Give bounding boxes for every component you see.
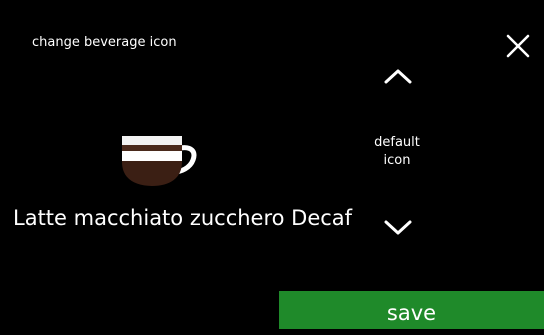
selected-icon-label-line1: default	[374, 135, 420, 150]
page-title: change beverage icon	[32, 35, 177, 50]
chevron-up-icon	[384, 69, 412, 84]
cup-icon	[122, 136, 197, 186]
previous-icon-button[interactable]	[378, 62, 418, 92]
close-icon	[506, 34, 530, 58]
selected-icon-label-line2: icon	[383, 153, 411, 168]
next-icon-button[interactable]	[378, 212, 418, 242]
selected-icon-label: default icon	[350, 134, 444, 170]
beverage-icon-preview	[118, 134, 198, 188]
save-button[interactable]: save	[279, 291, 544, 329]
beverage-name: Latte macchiato zucchero Decaf	[13, 206, 353, 230]
chevron-down-icon	[384, 220, 412, 235]
close-button[interactable]	[503, 31, 533, 61]
